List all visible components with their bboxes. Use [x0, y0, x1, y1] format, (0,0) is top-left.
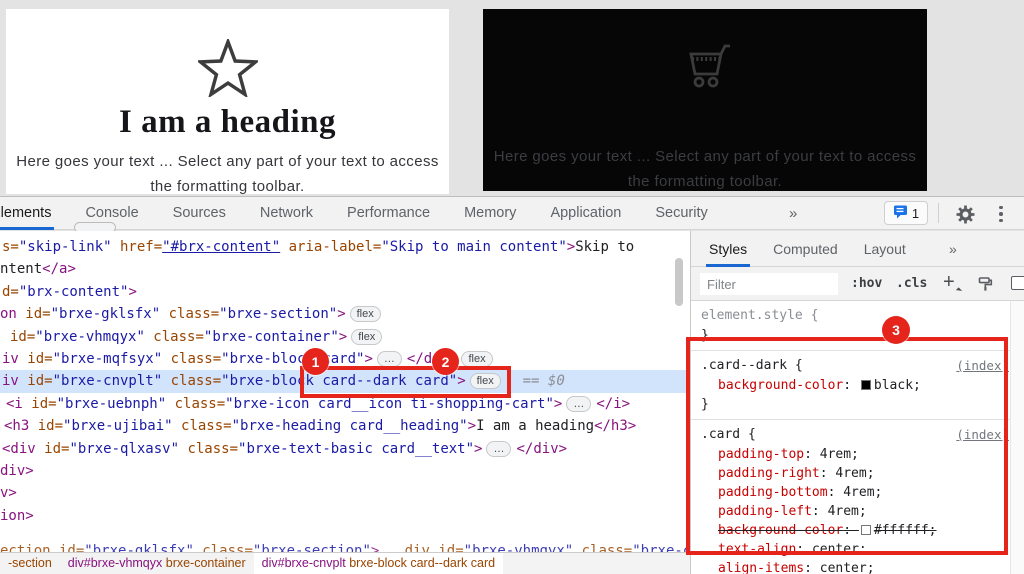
annotation-badge-3: 3: [882, 316, 910, 344]
kebab-menu-icon[interactable]: [992, 202, 1010, 226]
breadcrumb: -section div#brxe-vhmqyx brxe-container di…: [0, 552, 690, 574]
breadcrumb-item[interactable]: div#brxe-cnvplt brxe-block card--dark ca…: [253, 553, 504, 574]
clipped-dom-row: ection id="brxe-gklsfx" class="brxe-sect…: [0, 543, 690, 552]
issues-chat-icon: [893, 204, 908, 222]
styles-tab-bar: Styles Computed Layout: [691, 231, 1024, 267]
pseudo-state-toggle[interactable]: :hov: [851, 276, 882, 291]
tab-memory[interactable]: Memory: [464, 197, 516, 230]
devtools-toolbar: ElementsConsoleSourcesNetworkPerformance…: [0, 197, 1024, 230]
paint-roller-icon[interactable]: [977, 275, 994, 297]
tab-elements[interactable]: Elements: [0, 197, 55, 230]
styles-tab-layout[interactable]: Layout: [864, 231, 906, 267]
computed-sidebar-toggle-icon[interactable]: [1011, 276, 1024, 290]
toolbar-separator: [938, 203, 939, 223]
annotation-box-css-rules: [686, 337, 1008, 555]
breadcrumb-item[interactable]: div#brxe-vhmqyx brxe-container: [60, 553, 254, 574]
css-declaration[interactable]: align-items: center;: [701, 559, 1021, 574]
flex-badge[interactable]: flex: [351, 328, 383, 345]
expand-ellipsis-badge[interactable]: …: [486, 440, 512, 457]
light-card: I am a heading Here goes your text ... S…: [6, 9, 449, 195]
annotation-badge-2: 2: [432, 348, 459, 375]
styles-tab-computed[interactable]: Computed: [773, 231, 838, 267]
issues-counter-button[interactable]: 1: [884, 201, 928, 225]
tab-performance[interactable]: Performance: [347, 197, 430, 230]
dom-row[interactable]: <div id="brxe-qlxasv" class="brxe-text-b…: [0, 438, 690, 460]
elements-panel: s="skip-link" href="#brx-content" aria-l…: [0, 231, 690, 574]
dom-row[interactable]: ntent</a>: [0, 258, 690, 280]
flex-badge[interactable]: flex: [461, 350, 493, 367]
tab-network[interactable]: Network: [260, 197, 313, 230]
card-heading: I am a heading: [119, 104, 336, 140]
shopping-cart-icon: [483, 40, 927, 136]
dom-row[interactable]: d="brx-content">: [0, 281, 690, 303]
styles-more-tabs-chevron[interactable]: »: [949, 231, 957, 267]
settings-gear-icon[interactable]: [953, 202, 977, 226]
css-selector[interactable]: element.style {: [701, 308, 818, 323]
dom-row[interactable]: on id="brxe-gklsfx" class="brxe-section"…: [0, 303, 690, 325]
dark-card-body-text: Here goes your text ... Select any part …: [493, 148, 917, 190]
star-icon: [6, 36, 449, 102]
element-class-toggle[interactable]: .cls: [896, 276, 927, 291]
styles-tab-styles[interactable]: Styles: [705, 231, 751, 267]
annotation-box-selected-element: [300, 366, 511, 398]
elements-scrollbar-thumb[interactable]: [675, 258, 683, 306]
screenshot-root: I am a heading Here goes your text ... S…: [0, 0, 1024, 574]
flex-badge[interactable]: flex: [349, 306, 381, 323]
breadcrumb-item[interactable]: -section: [0, 553, 60, 574]
new-style-rule-button[interactable]: +: [943, 271, 955, 294]
tab-application[interactable]: Application: [550, 197, 621, 230]
dom-row[interactable]: v>: [0, 482, 690, 504]
dom-row[interactable]: ion>: [0, 505, 690, 527]
card-body-text: Here goes your text ... Select any part …: [16, 153, 439, 195]
dom-row[interactable]: s="skip-link" href="#brx-content" aria-l…: [0, 236, 690, 258]
issues-count: 1: [911, 205, 920, 221]
styles-scrollbar-track[interactable]: [1010, 301, 1024, 574]
annotation-badge-1: 1: [302, 348, 329, 375]
styles-toolbar: :hov .cls +: [691, 267, 1024, 301]
new-rule-caret-icon: [955, 287, 963, 294]
dark-card: Here goes your text ... Select any part …: [483, 9, 927, 191]
dom-row[interactable]: id="brxe-vhmqyx" class="brxe-container">…: [0, 326, 690, 348]
tab-sources[interactable]: Sources: [173, 197, 226, 230]
dom-row[interactable]: <h3 id="brxe-ujibai" class="brxe-heading…: [0, 415, 690, 437]
expand-ellipsis-badge[interactable]: …: [566, 395, 592, 412]
styles-filter-input[interactable]: [700, 273, 838, 295]
tab-security[interactable]: Security: [655, 197, 707, 230]
expand-ellipsis-badge[interactable]: …: [376, 350, 402, 367]
browser-page-preview: I am a heading Here goes your text ... S…: [0, 0, 1024, 196]
more-tabs-chevron[interactable]: »: [789, 197, 797, 230]
dom-row[interactable]: div>: [0, 460, 690, 482]
